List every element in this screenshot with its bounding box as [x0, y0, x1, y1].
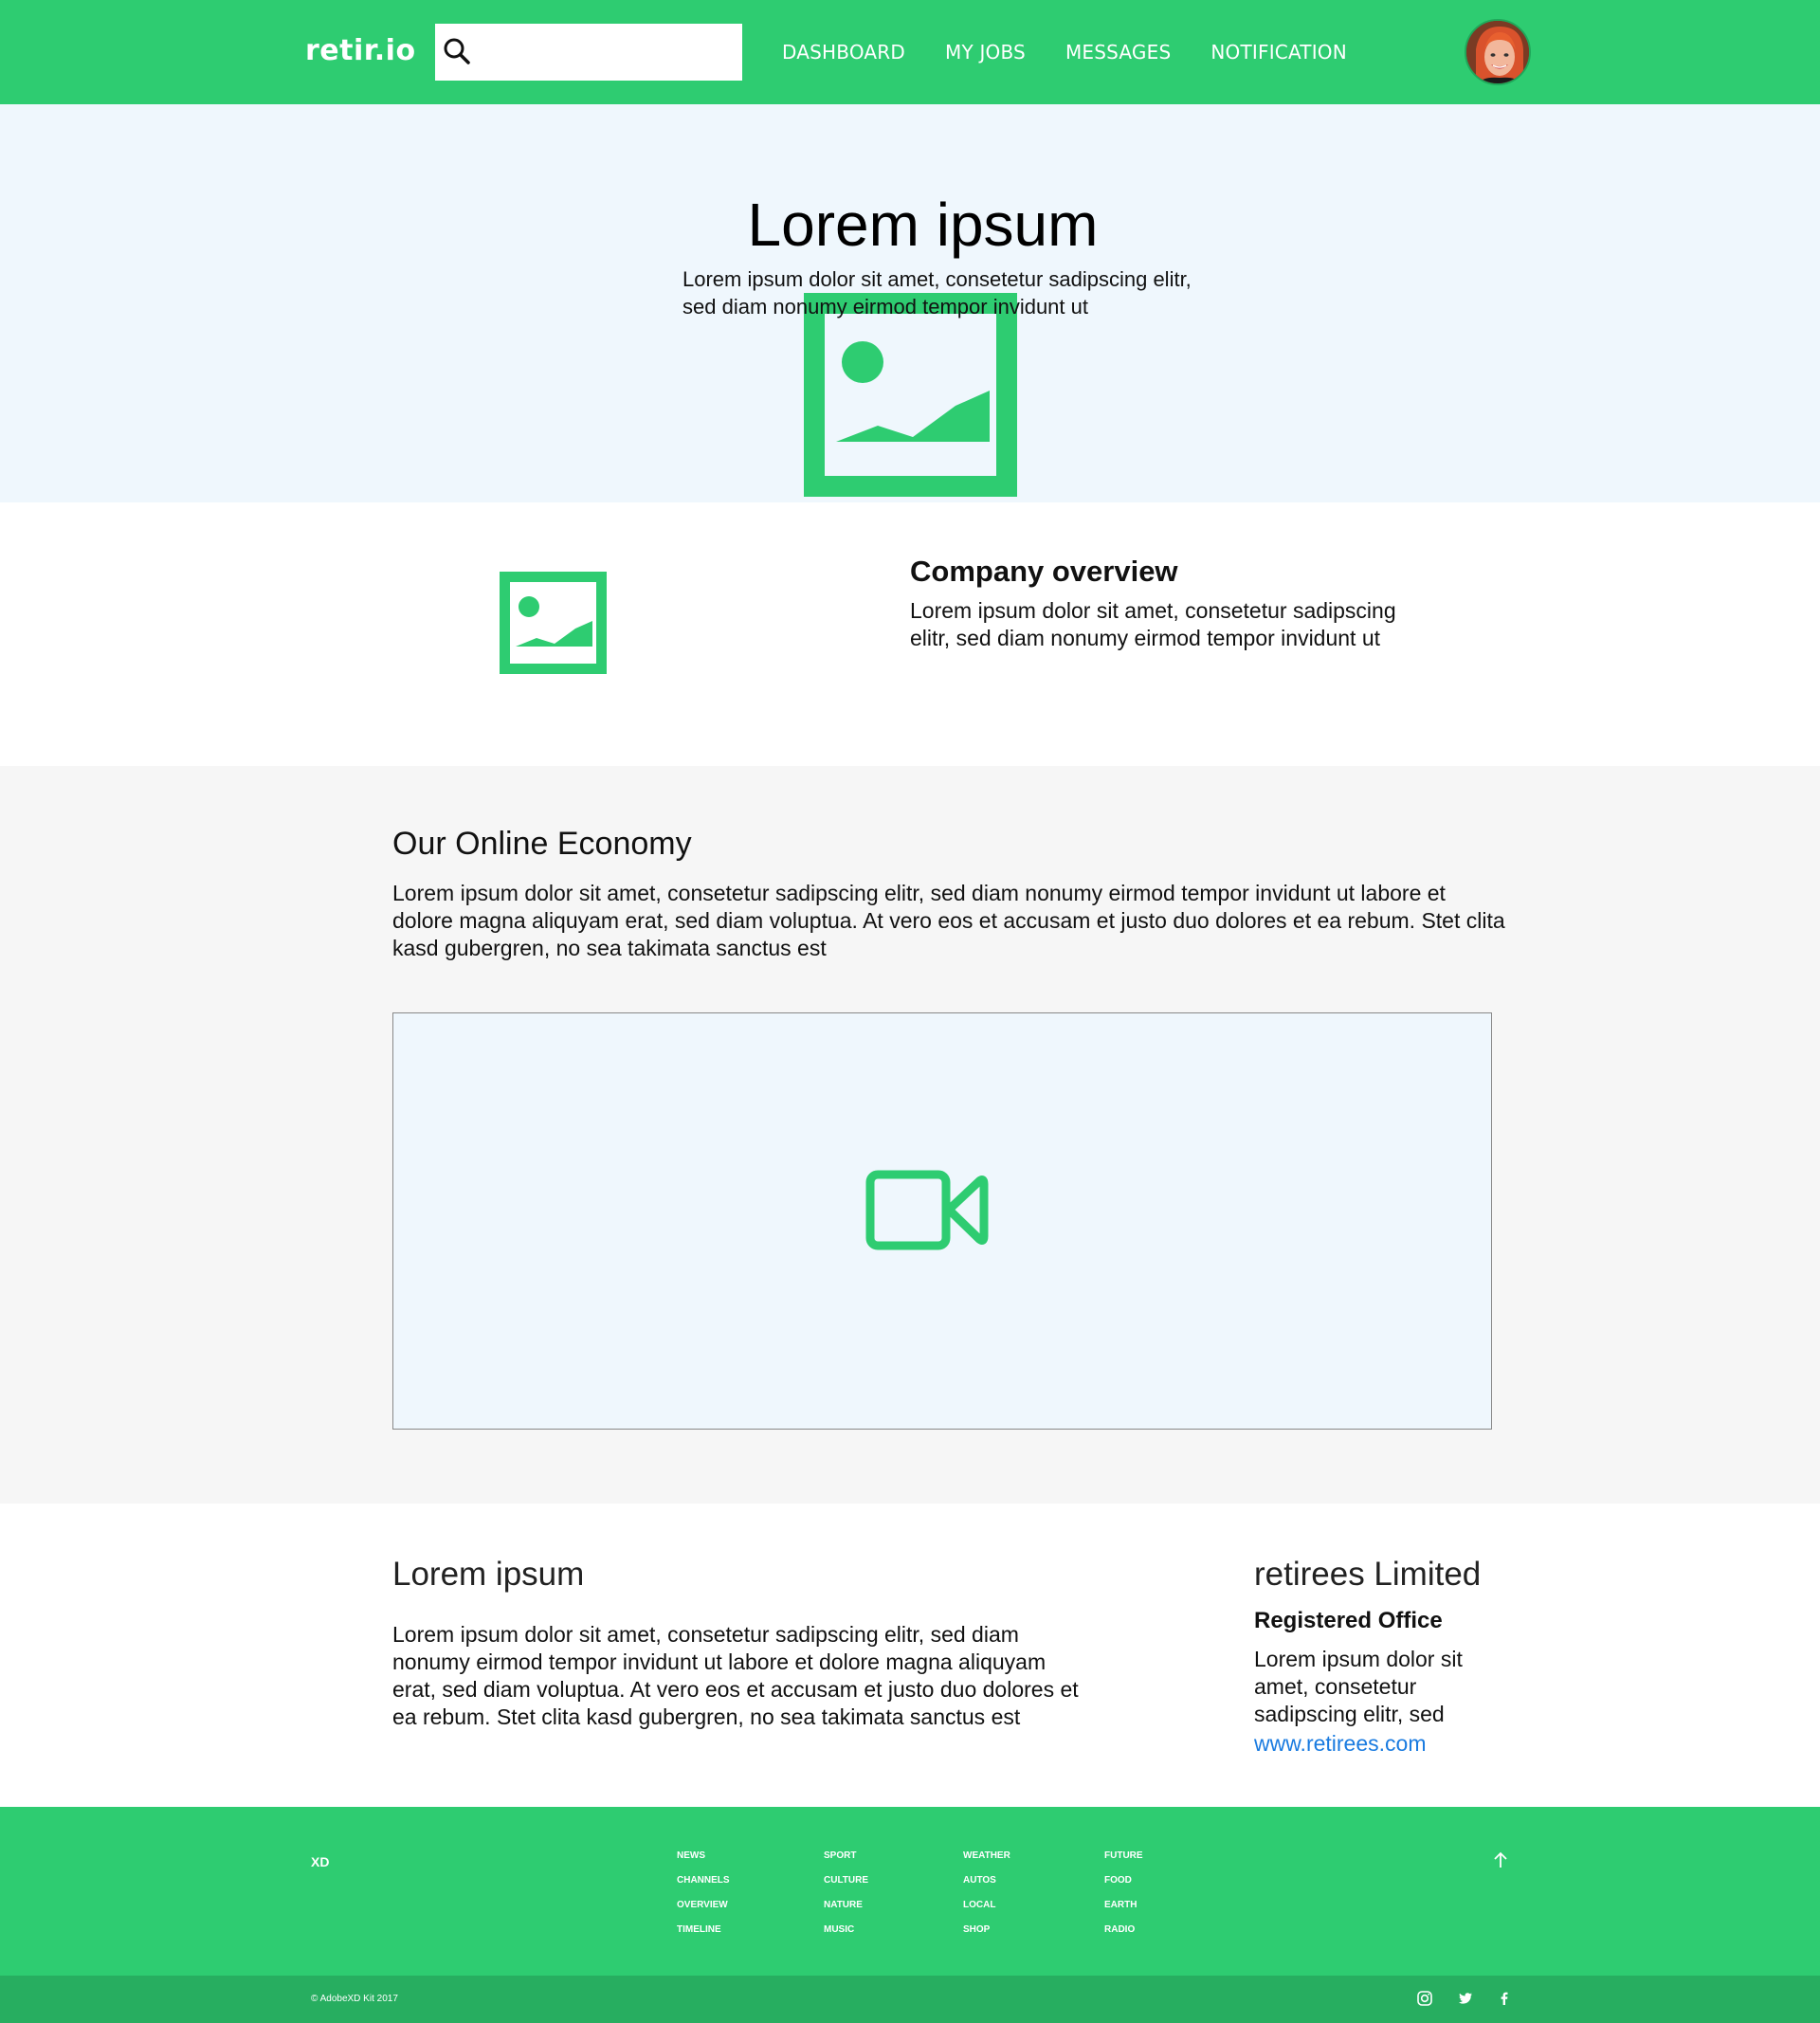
footer-link-overview[interactable]: OVERVIEW [677, 1900, 730, 1924]
company-address: Lorem ipsum dolor sit amet, consetetur s… [1254, 1647, 1463, 1726]
avatar[interactable] [1465, 19, 1531, 85]
registered-office-label: Registered Office [1254, 1608, 1443, 1633]
hero-subtitle: Lorem ipsum dolor sit amet, consetetur s… [682, 267, 1192, 319]
instagram-icon[interactable] [1416, 1990, 1433, 2007]
overview-title: Company overview [910, 555, 1178, 588]
footer-link-news[interactable]: NEWS [677, 1850, 730, 1875]
video-camera-icon[interactable] [865, 1170, 989, 1250]
company-overview-section: Company overview Lorem ipsum dolor sit a… [0, 502, 1820, 766]
nav-dashboard[interactable]: DASHBOARD [782, 41, 905, 64]
info-section: Lorem ipsum Lorem ipsum dolor sit amet, … [0, 1504, 1820, 1807]
overview-text: Lorem ipsum dolor sit amet, consetetur s… [910, 598, 1396, 650]
footer-link-shop[interactable]: SHOP [963, 1924, 1010, 1949]
search-icon[interactable] [443, 37, 471, 65]
company-name: retirees Limited [1254, 1556, 1482, 1593]
footer-link-culture[interactable]: CULTURE [824, 1875, 868, 1900]
image-placeholder-icon [500, 572, 607, 674]
footer-link-channels[interactable]: CHANNELS [677, 1875, 730, 1900]
facebook-icon[interactable] [1496, 1990, 1513, 2007]
economy-section: Our Online Economy Lorem ipsum dolor sit… [0, 766, 1820, 1504]
footer-column-1: NEWS CHANNELS OVERVIEW TIMELINE [677, 1850, 730, 1949]
footer-link-local[interactable]: LOCAL [963, 1900, 1010, 1924]
nav-messages[interactable]: MESSAGES [1065, 41, 1171, 64]
footer-link-autos[interactable]: AUTOS [963, 1875, 1010, 1900]
search-input[interactable] [479, 24, 735, 81]
footer-link-music[interactable]: MUSIC [824, 1924, 868, 1949]
copyright: © AdobeXD Kit 2017 [311, 1994, 398, 2004]
footer-column-3: WEATHER AUTOS LOCAL SHOP [963, 1850, 1010, 1949]
footer-column-2: SPORT CULTURE NATURE MUSIC [824, 1850, 868, 1949]
info-text: Lorem ipsum dolor sit amet, consetetur s… [392, 1622, 1079, 1729]
top-nav: retir.io DASHBOARD MY JOBS MESSAGES NOTI… [0, 0, 1820, 104]
video-player[interactable] [392, 1012, 1492, 1430]
footer-link-nature[interactable]: NATURE [824, 1900, 868, 1924]
footer-link-future[interactable]: FUTURE [1104, 1850, 1143, 1875]
economy-text: Lorem ipsum dolor sit amet, consetetur s… [392, 881, 1505, 960]
footer-link-weather[interactable]: WEATHER [963, 1850, 1010, 1875]
footer-link-timeline[interactable]: TIMELINE [677, 1924, 730, 1949]
info-title: Lorem ipsum [392, 1556, 585, 1593]
footer-link-sport[interactable]: SPORT [824, 1850, 868, 1875]
image-placeholder-icon [804, 293, 1017, 497]
economy-title: Our Online Economy [392, 826, 692, 862]
logo[interactable]: retir.io [305, 34, 416, 67]
twitter-icon[interactable] [1457, 1990, 1474, 2007]
search-box[interactable] [435, 24, 742, 81]
sub-footer: © AdobeXD Kit 2017 [0, 1976, 1820, 2023]
nav-my-jobs[interactable]: MY JOBS [945, 41, 1026, 64]
footer: XD NEWS CHANNELS OVERVIEW TIMELINE SPORT… [0, 1807, 1820, 1976]
footer-brand: XD [311, 1854, 330, 1869]
hero-title: Lorem ipsum [747, 191, 1099, 259]
company-website-link[interactable]: www.retirees.com [1254, 1731, 1426, 1757]
footer-link-food[interactable]: FOOD [1104, 1875, 1143, 1900]
nav-links: DASHBOARD MY JOBS MESSAGES NOTIFICATION [782, 0, 1387, 104]
footer-link-radio[interactable]: RADIO [1104, 1924, 1143, 1949]
footer-column-4: FUTURE FOOD EARTH RADIO [1104, 1850, 1143, 1949]
arrow-up-icon[interactable] [1491, 1850, 1510, 1869]
footer-link-earth[interactable]: EARTH [1104, 1900, 1143, 1924]
nav-notification[interactable]: NOTIFICATION [1210, 41, 1347, 64]
